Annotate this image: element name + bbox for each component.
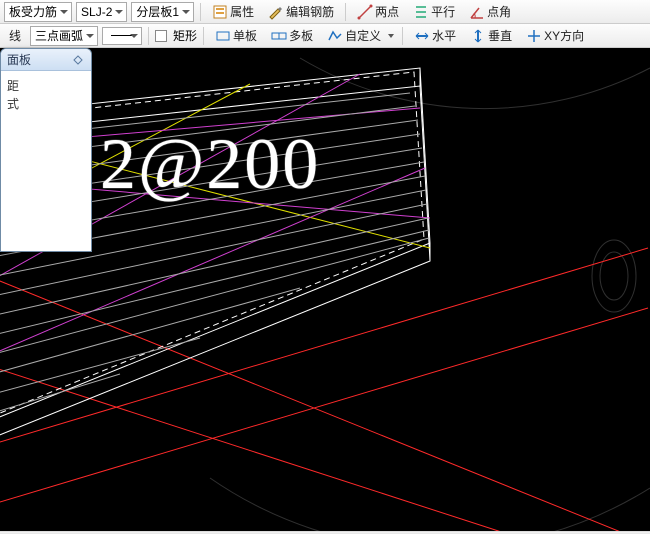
parallel-icon xyxy=(413,4,429,20)
line-option[interactable]: 线 xyxy=(4,26,26,46)
properties-label: 属性 xyxy=(230,3,254,20)
panel-title-text: 面板 xyxy=(7,51,31,68)
linestyle-preview xyxy=(111,35,133,36)
edit-rebar-label: 编辑钢筋 xyxy=(286,3,334,20)
twopoints-label: 两点 xyxy=(375,3,399,20)
horizontal-button[interactable]: 水平 xyxy=(409,26,461,46)
cad-viewport[interactable]: 2@200 xyxy=(0,48,650,534)
toolbar-row-2: 线 三点画弧 矩形 单板 多板 自定义 水平 垂直 xyxy=(0,24,650,48)
horizontal-label: 水平 xyxy=(432,27,456,44)
multi-slab-icon xyxy=(271,28,287,44)
floating-panel[interactable]: 面板 距 式 xyxy=(0,48,92,252)
single-slab-button[interactable]: 单板 xyxy=(210,26,262,46)
parallel-button[interactable]: 平行 xyxy=(408,2,460,22)
dropdown-arc[interactable]: 三点画弧 xyxy=(30,26,98,46)
parallel-label: 平行 xyxy=(431,3,455,20)
dropdown-rebar-type[interactable]: 板受力筋 xyxy=(4,2,72,22)
multi-slab-label: 多板 xyxy=(289,27,313,44)
dropdown-rebar-type-label: 板受力筋 xyxy=(9,3,57,20)
dropdown-rebar-code-label: SLJ-2 xyxy=(81,5,112,19)
separator xyxy=(203,27,204,45)
custom-icon xyxy=(327,28,343,44)
panel-close-button[interactable] xyxy=(71,53,85,67)
single-slab-icon xyxy=(215,28,231,44)
dropdown-rebar-code[interactable]: SLJ-2 xyxy=(76,2,127,22)
dropdown-arc-label: 三点画弧 xyxy=(35,27,83,44)
checkbox-rect[interactable] xyxy=(155,30,167,42)
vertical-icon xyxy=(470,28,486,44)
dropdown-layer[interactable]: 分层板1 xyxy=(131,2,194,22)
panel-body: 距 式 xyxy=(1,71,91,119)
separator xyxy=(148,27,149,45)
vertical-button[interactable]: 垂直 xyxy=(465,26,517,46)
twopoints-icon xyxy=(357,4,373,20)
edit-rebar-button[interactable]: 编辑钢筋 xyxy=(263,2,339,22)
toolbar-row-1: 板受力筋 SLJ-2 分层板1 属性 编辑钢筋 两点 平行 点角 xyxy=(0,0,650,24)
vertical-label: 垂直 xyxy=(488,27,512,44)
point-angle-label: 点角 xyxy=(487,3,511,20)
horizontal-icon xyxy=(414,28,430,44)
single-slab-label: 单板 xyxy=(233,27,257,44)
separator xyxy=(402,27,403,45)
line-option-label: 线 xyxy=(9,27,21,44)
xy-icon xyxy=(526,28,542,44)
dropdown-arrow-icon xyxy=(383,28,391,44)
properties-icon xyxy=(212,4,228,20)
panel-item-2[interactable]: 式 xyxy=(7,95,85,113)
custom-button[interactable]: 自定义 xyxy=(322,26,396,46)
multi-slab-button[interactable]: 多板 xyxy=(266,26,318,46)
point-angle-button[interactable]: 点角 xyxy=(464,2,516,22)
rect-label: 矩形 xyxy=(173,27,197,44)
xy-button[interactable]: XY方向 xyxy=(521,26,589,46)
panel-item-1[interactable]: 距 xyxy=(7,77,85,95)
xy-label: XY方向 xyxy=(544,27,584,44)
panel-titlebar[interactable]: 面板 xyxy=(1,49,91,71)
separator xyxy=(200,3,201,21)
twopoints-button[interactable]: 两点 xyxy=(352,2,404,22)
separator xyxy=(345,3,346,21)
dropdown-layer-label: 分层板1 xyxy=(136,3,179,20)
point-angle-icon xyxy=(469,4,485,20)
edit-rebar-icon xyxy=(268,4,284,20)
custom-label: 自定义 xyxy=(345,27,381,44)
properties-button[interactable]: 属性 xyxy=(207,2,259,22)
dropdown-linestyle[interactable] xyxy=(102,27,142,45)
